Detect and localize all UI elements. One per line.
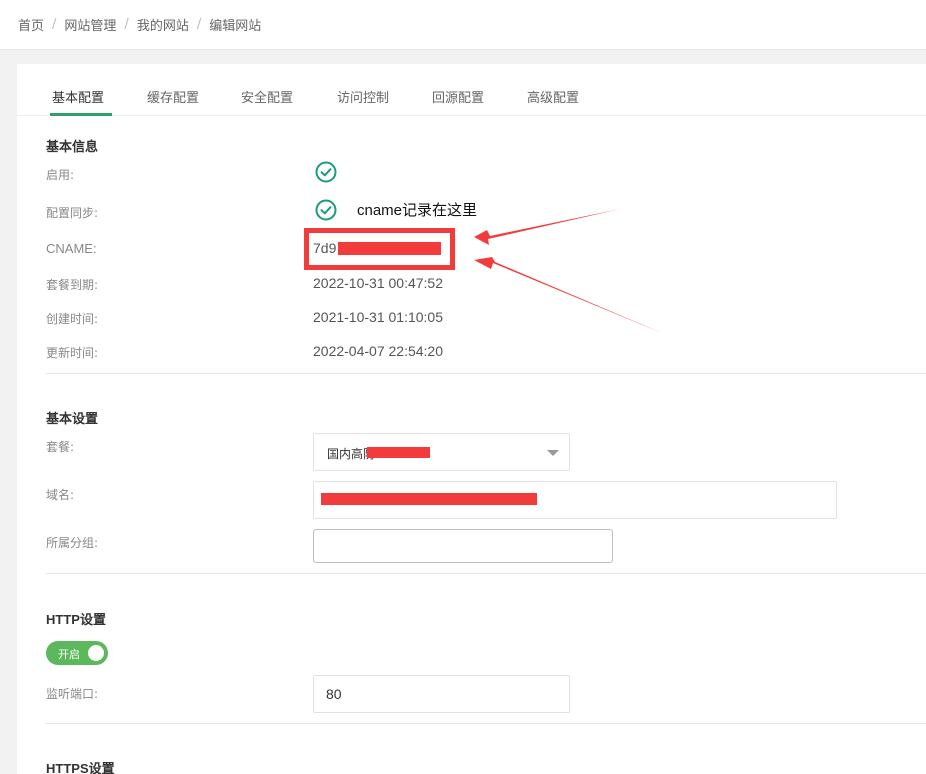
package-select[interactable]: 国内高防 bbox=[313, 433, 570, 471]
expire-label: 套餐到期: bbox=[46, 278, 99, 292]
breadcrumb-separator: / bbox=[196, 17, 202, 32]
cname-highlight-box bbox=[304, 228, 455, 270]
basic-info-title: 基本信息 bbox=[46, 140, 99, 155]
tab-origin-config[interactable]: 回源配置 bbox=[432, 87, 484, 106]
cname-annotation-text: cname记录在这里 bbox=[357, 202, 478, 219]
switch-label: 开启 bbox=[58, 648, 80, 661]
domain-redaction bbox=[321, 493, 537, 505]
tab-access-control[interactable]: 访问控制 bbox=[337, 87, 389, 106]
check-circle-icon bbox=[315, 199, 337, 221]
tab-basic-config[interactable]: 基本配置 bbox=[52, 87, 104, 106]
tab-security-config[interactable]: 安全配置 bbox=[241, 87, 293, 106]
breadcrumb-my-sites[interactable]: 我的网站 bbox=[137, 15, 189, 34]
https-settings-title: HTTPS设置 bbox=[46, 761, 115, 774]
config-sync-label: 配置同步: bbox=[46, 206, 99, 220]
config-tabs: 基本配置 缓存配置 安全配置 访问控制 回源配置 高级配置 bbox=[17, 64, 926, 116]
tab-advanced-config[interactable]: 高级配置 bbox=[527, 87, 579, 106]
chevron-down-icon bbox=[547, 450, 559, 456]
switch-knob bbox=[88, 645, 104, 661]
listen-port-input[interactable]: 80 bbox=[313, 675, 570, 713]
expire-value: 2022-10-31 00:47:52 bbox=[313, 275, 443, 291]
group-label: 所属分组: bbox=[46, 536, 99, 550]
breadcrumb-home[interactable]: 首页 bbox=[18, 15, 44, 34]
cname-label: CNAME: bbox=[46, 241, 97, 256]
check-circle-icon bbox=[315, 161, 337, 183]
created-value: 2021-10-31 01:10:05 bbox=[313, 309, 443, 325]
listen-port-value: 80 bbox=[326, 686, 342, 702]
listen-port-label: 监听端口: bbox=[46, 687, 99, 701]
breadcrumb-separator: / bbox=[52, 17, 57, 32]
updated-value: 2022-04-07 22:54:20 bbox=[313, 343, 443, 359]
group-input[interactable] bbox=[313, 529, 613, 563]
section-divider bbox=[46, 723, 926, 724]
breadcrumb-site-management[interactable]: 网站管理 bbox=[64, 15, 116, 34]
breadcrumb-separator: / bbox=[124, 17, 129, 32]
section-divider bbox=[46, 373, 926, 374]
created-label: 创建时间: bbox=[46, 312, 99, 326]
enabled-label: 启用: bbox=[46, 168, 75, 182]
basic-settings-title: 基本设置 bbox=[46, 412, 99, 427]
domain-label: 域名: bbox=[46, 488, 75, 502]
package-label: 套餐: bbox=[46, 440, 75, 454]
tab-cache-config[interactable]: 缓存配置 bbox=[147, 87, 199, 106]
active-tab-indicator bbox=[50, 113, 112, 116]
http-enable-switch[interactable]: 开启 bbox=[46, 641, 108, 665]
edit-site-panel: 基本配置 缓存配置 安全配置 访问控制 回源配置 高级配置 基本信息 启用: 配… bbox=[17, 64, 926, 774]
domain-input[interactable] bbox=[313, 481, 837, 519]
updated-label: 更新时间: bbox=[46, 346, 99, 360]
section-divider bbox=[46, 573, 926, 574]
breadcrumb-edit-site: 编辑网站 bbox=[209, 19, 262, 34]
breadcrumb: 首页 / 网站管理 / 我的网站 / 编辑网站 bbox=[0, 0, 926, 50]
package-redaction bbox=[367, 447, 430, 458]
http-settings-title: HTTP设置 bbox=[46, 612, 106, 627]
